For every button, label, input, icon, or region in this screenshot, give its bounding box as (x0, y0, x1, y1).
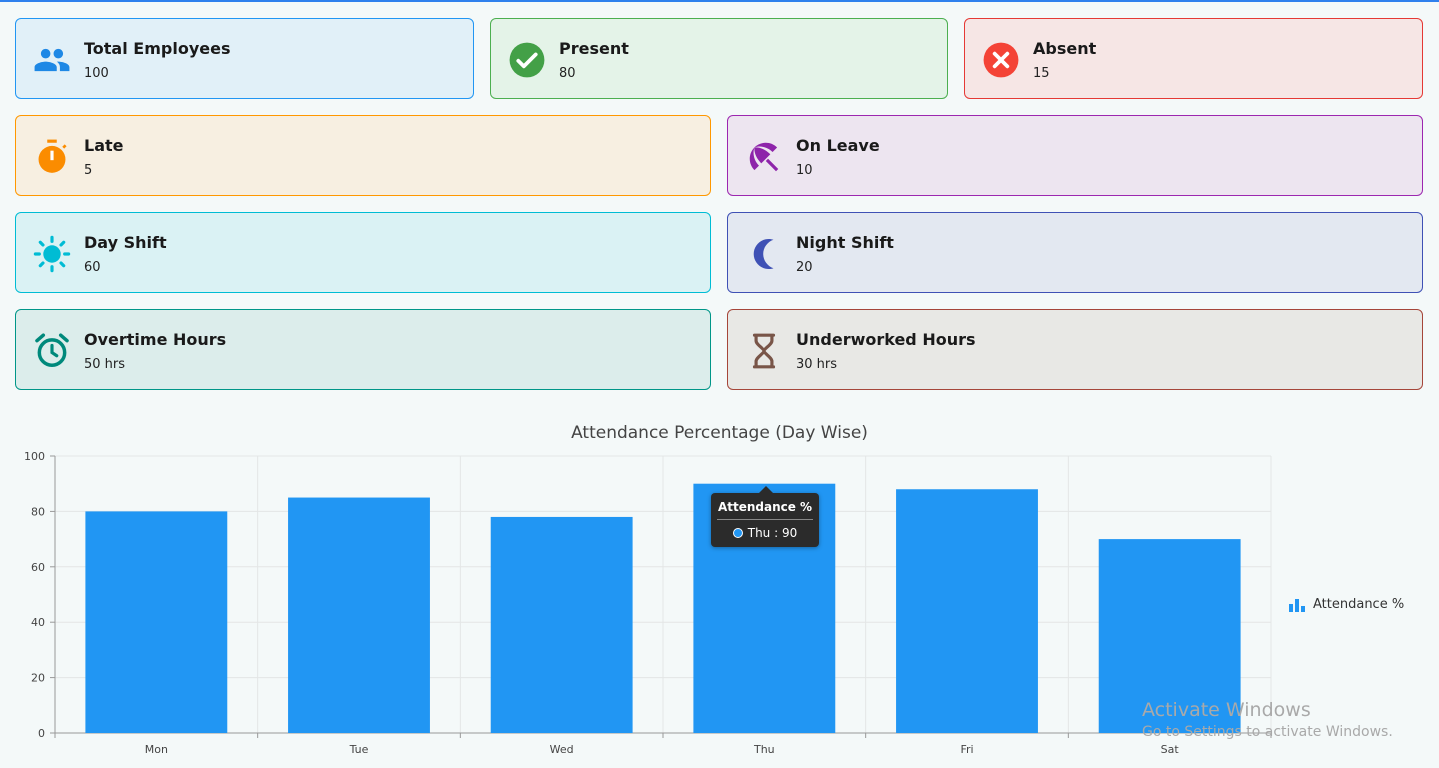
top-accent-line (0, 0, 1439, 2)
cancel-circle-icon (982, 41, 1020, 79)
stat-card-title: Day Shift (84, 233, 167, 252)
x-tick-label: Thu (753, 743, 775, 756)
stat-card-value: 30 hrs (796, 357, 838, 372)
sun-icon (33, 235, 71, 273)
x-tick-label: Wed (550, 743, 574, 756)
y-tick-label: 20 (31, 672, 45, 685)
stat-card-value: 5 (84, 163, 93, 178)
stat-card-title: Late (84, 136, 124, 155)
y-tick-label: 100 (24, 450, 45, 463)
watermark-line2: Go to Settings to activate Windows. (1142, 724, 1393, 740)
stat-card-title: Overtime Hours (84, 330, 227, 349)
stat-card-title: Present (559, 39, 629, 58)
y-tick-label: 80 (31, 505, 45, 518)
stat-card-late[interactable]: Late 5 (15, 115, 711, 196)
windows-activation-watermark: Activate Windows Go to Settings to activ… (1142, 699, 1393, 740)
stat-card-total-employees[interactable]: Total Employees 100 (15, 18, 474, 99)
x-tick-label: Sat (1161, 743, 1180, 756)
stat-card-value: 15 (1033, 66, 1050, 81)
legend-label: Attendance % (1313, 597, 1405, 612)
tooltip-value: Thu : 90 (747, 526, 798, 540)
x-tick-label: Fri (960, 743, 973, 756)
stat-card-day-shift[interactable]: Day Shift 60 (15, 212, 711, 293)
hourglass-icon (745, 332, 783, 370)
stat-card-value: 80 (559, 66, 576, 81)
stat-card-title: On Leave (796, 136, 880, 155)
bar-wed[interactable] (490, 516, 633, 733)
y-tick-label: 0 (38, 727, 45, 740)
tooltip-row: Thu : 90 (711, 526, 819, 540)
stopwatch-icon (33, 138, 71, 176)
y-tick-label: 60 (31, 561, 45, 574)
stat-card-title: Absent (1033, 39, 1097, 58)
stat-card-title: Total Employees (84, 39, 231, 58)
chart-tooltip: Attendance % Thu : 90 (711, 486, 819, 547)
bar-mon[interactable] (85, 511, 228, 733)
stat-card-on-leave[interactable]: On Leave 10 (727, 115, 1423, 196)
stat-card-value: 10 (796, 163, 813, 178)
bar-fri[interactable] (896, 489, 1038, 733)
stat-card-present[interactable]: Present 80 (490, 18, 948, 99)
stat-card-value: 60 (84, 260, 101, 275)
moon-icon (745, 235, 783, 273)
people-icon (33, 41, 71, 79)
watermark-line1: Activate Windows (1142, 699, 1311, 721)
x-tick-label: Mon (145, 743, 168, 756)
stat-card-title: Night Shift (796, 233, 894, 252)
check-circle-icon (508, 41, 546, 79)
stat-card-absent[interactable]: Absent 15 (964, 18, 1423, 99)
bar-tue[interactable] (288, 497, 430, 733)
stat-card-title: Underworked Hours (796, 330, 976, 349)
tooltip-title: Attendance % (717, 500, 813, 514)
tooltip-series-dot (732, 528, 743, 538)
bar-chart-legend-icon (1289, 598, 1305, 612)
stat-card-value: 20 (796, 260, 813, 275)
chart-legend[interactable]: Attendance % (1288, 597, 1404, 612)
stat-card-night-shift[interactable]: Night Shift 20 (727, 212, 1423, 293)
x-tick-label: Tue (349, 743, 369, 756)
stat-card-overtime-hours[interactable]: Overtime Hours 50 hrs (15, 309, 711, 390)
stat-card-value: 50 hrs (84, 357, 126, 372)
stat-card-underworked-hours[interactable]: Underworked Hours 30 hrs (727, 309, 1423, 390)
beach-umbrella-icon (745, 138, 783, 176)
stat-card-value: 100 (84, 66, 109, 81)
y-tick-label: 40 (31, 616, 45, 629)
alarm-clock-icon (33, 332, 71, 370)
